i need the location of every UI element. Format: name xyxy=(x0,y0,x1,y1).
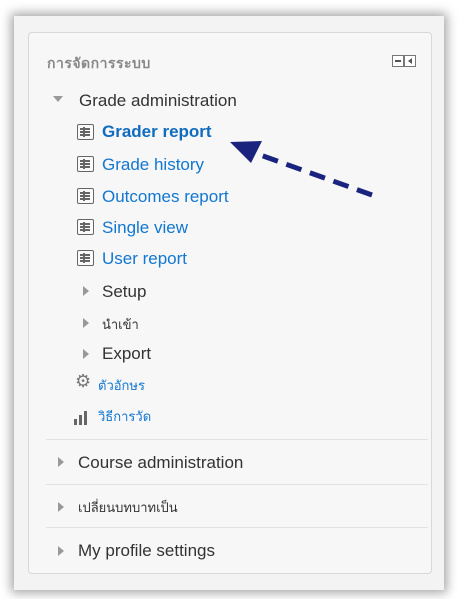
annotation-arrow-icon xyxy=(230,141,373,198)
